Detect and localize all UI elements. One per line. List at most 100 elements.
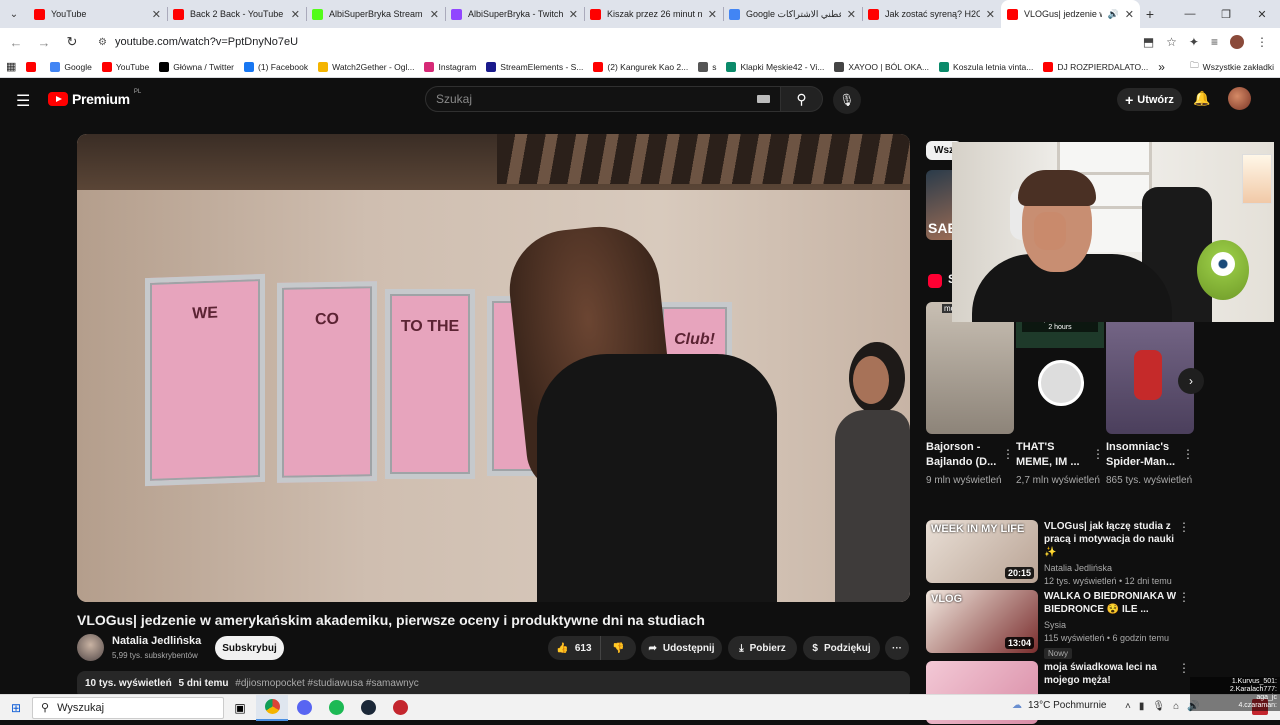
create-button[interactable]: + Utwórz [1117,88,1182,111]
media-icon[interactable]: ≡ [1211,35,1218,49]
browser-tab[interactable]: AlbiSuperBryka Stream - K ✕ [306,0,445,28]
minimize-icon[interactable]: — [1172,0,1208,28]
tab-close-icon[interactable]: ✕ [986,8,995,21]
spotify-taskbar-icon[interactable] [320,695,352,721]
bookmark-item[interactable]: Klapki Męskie42 - Vi... [726,61,824,72]
bookmark-item[interactable]: Koszula letnia vinta... [939,61,1033,72]
all-bookmarks-folder[interactable]: 🗀 Wszystkie zakładki [1190,60,1274,74]
search-button[interactable]: ⚲ [781,86,823,112]
like-button[interactable]: 👍 613 [548,636,600,660]
browser-tab[interactable]: Kiszak przez 26 minut nę ✕ [584,0,723,28]
bookmark-item[interactable]: Główna / Twitter [159,61,234,72]
bookmark-item[interactable]: Instagram [424,61,476,72]
download-button[interactable]: ⤓ Pobierz [728,636,797,660]
bookmark-item[interactable]: s [698,61,716,72]
bookmark-item[interactable]: DJ ROZPIERDALATO... [1043,61,1148,72]
weather-widget[interactable]: ☁ 13°C Pochmurnie [1012,700,1106,711]
tab-close-icon[interactable]: ✕ [569,8,578,21]
recommended-menu-icon[interactable]: ⋮ [1178,590,1190,604]
taskbar-search[interactable]: ⚲ Wyszukaj [32,696,224,719]
bookmark-item[interactable]: (2) Kangurek Kao 2... [593,61,688,72]
short-menu-icon[interactable]: ⋮ [1092,447,1104,461]
short-menu-icon[interactable]: ⋮ [1182,447,1194,461]
reload-icon[interactable]: ↻ [62,34,82,50]
short-title: THAT'S MEME, IM ... [1016,441,1080,468]
hashtags[interactable]: #djiosmopocket #studiawusa #samawnyc [235,678,418,689]
short-menu-icon[interactable]: ⋮ [1002,447,1014,461]
recommended-menu-icon[interactable]: ⋮ [1178,520,1190,534]
tab-search-chevron-icon[interactable]: ⌄ [0,0,28,28]
task-view-icon[interactable]: ▣ [224,695,256,721]
short-card[interactable]: Insomniac's Spider-Man... 865 tys. wyświ… [1106,302,1194,488]
thanks-button[interactable]: $ Podziękuj [803,636,880,660]
forward-icon[interactable]: → [34,35,54,50]
browser-tab[interactable]: VLOGus| jedzenie w a 🔊 ✕ [1001,0,1140,28]
tab-close-icon[interactable]: ✕ [430,8,439,21]
obs-taskbar-icon[interactable] [384,695,416,721]
recommended-video[interactable]: WEEK IN MY LIFE 20:15 VLOGus| jak łączę st… [926,520,1196,586]
cast-icon[interactable]: ⬒ [1143,35,1154,49]
profile-avatar[interactable] [1230,35,1244,49]
tab-close-icon[interactable]: ✕ [1125,8,1134,21]
tab-favicon-icon [312,8,323,20]
apps-grid-icon[interactable]: ▦ [6,60,16,73]
browser-tab[interactable]: Back 2 Back - YouTube ✕ [167,0,306,28]
keyboard-icon[interactable] [757,95,770,103]
tab-audio-icon[interactable]: 🔊 [1108,9,1119,20]
account-avatar[interactable] [1228,87,1251,110]
more-actions-button[interactable]: ··· [885,636,909,660]
url-field[interactable]: ⚙ youtube.com/watch?v=PptDnyNo7eU [90,31,1135,53]
extensions-icon[interactable]: ✦ [1189,35,1199,49]
tab-close-icon[interactable]: ✕ [152,8,161,21]
bookmark-item[interactable]: Watch2Gether - Ogl... [318,61,414,72]
shorts-next-button[interactable]: › [1178,368,1204,394]
new-tab-button[interactable]: + [1140,6,1160,22]
tab-close-icon[interactable]: ✕ [291,8,300,21]
menu-icon[interactable]: ☰ [16,91,30,111]
search-input[interactable]: Szukaj [425,86,781,112]
windows-start-icon[interactable]: ⊞ [0,701,32,715]
tray-network-icon[interactable]: ⌂ [1173,701,1179,712]
bookmark-item[interactable] [26,61,40,72]
tray-mic-icon[interactable]: 🎙 [1152,701,1165,712]
discord-taskbar-icon[interactable] [288,695,320,721]
bookmarks-overflow[interactable]: » [1158,60,1165,74]
back-icon[interactable]: ← [6,35,26,50]
voice-search-button[interactable]: 🎙 [833,86,861,114]
browser-tab[interactable]: Jak zostać syreną? H2O (p ✕ [862,0,1001,28]
youtube-logo[interactable]: Premium PL [48,89,141,107]
short-views: 2,7 mln wyświetleń [1016,475,1100,486]
restore-icon[interactable]: ❐ [1208,0,1244,28]
bookmark-item[interactable]: XAYOO | BÓL OKA... [834,61,929,72]
short-card[interactable]: mocno ... Bajorson - Bajlando (D... 9 ml… [926,302,1014,488]
bookmark-star-icon[interactable]: ☆ [1166,35,1177,49]
dislike-button[interactable]: 👎 [600,636,636,660]
channel-name[interactable]: Natalia Jedlińska [112,635,201,647]
video-player[interactable]: WE CO TO THE Pink Club! [77,134,910,602]
notifications-bell-icon[interactable]: 🔔 [1193,90,1210,107]
bookmark-item[interactable]: Google [50,61,92,72]
short-card[interactable]: 12 yo kid cooking a masterpiece in less … [1016,302,1104,488]
recommended-channel[interactable]: Sysia [1044,620,1184,630]
bookmark-item[interactable]: (1) Facebook [244,61,308,72]
close-window-icon[interactable]: ✕ [1244,0,1280,28]
steam-taskbar-icon[interactable] [352,695,384,721]
recommended-video[interactable]: VLOG 13:04 WALKA O BIEDRONIAKA W BIEDRONCE… [926,590,1196,659]
browser-tab[interactable]: Google أعطني الاشتراكات ✕ [723,0,862,28]
site-info-icon[interactable]: ⚙ [98,37,107,48]
share-button[interactable]: ➦ Udostępnij [641,636,722,660]
recommended-channel[interactable]: Natalia Jedlińska [1044,563,1184,573]
recommended-menu-icon[interactable]: ⋮ [1178,661,1190,675]
tray-overflow-icon[interactable]: ˄ [1125,701,1131,712]
browser-tab[interactable]: YouTube ✕ [28,0,167,28]
browser-tab[interactable]: AlbiSuperBryka - Twitch ✕ [445,0,584,28]
bookmark-item[interactable]: StreamElements - S... [486,61,583,72]
channel-avatar[interactable] [77,634,104,661]
bookmark-item[interactable]: YouTube [101,61,149,72]
tab-close-icon[interactable]: ✕ [847,8,856,21]
browser-menu-icon[interactable]: ⋮ [1256,35,1268,49]
tab-close-icon[interactable]: ✕ [708,8,717,21]
chrome-taskbar-icon[interactable] [256,694,288,721]
subscribe-button[interactable]: Subskrybuj [215,636,284,660]
tray-app-icon[interactable]: ▮ [1139,701,1145,712]
